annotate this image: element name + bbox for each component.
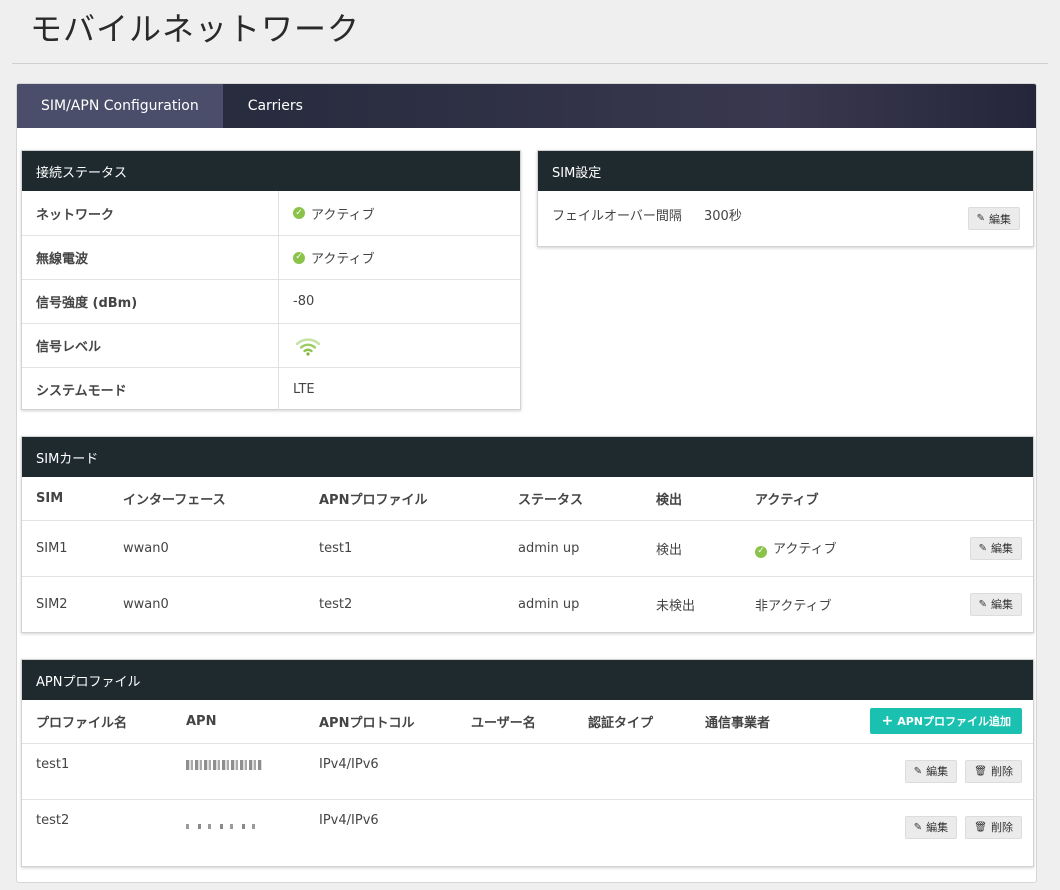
column-header: APNプロトコル <box>319 715 415 731</box>
active-cell: 非アクティブ <box>741 575 951 632</box>
status-label: 信号レベル <box>22 324 279 367</box>
apn-profile-cell: test2 <box>305 575 504 632</box>
connection-status-table: ネットワーク ✓ アクティブ 無線電波 ✓ アクティブ 信号強度 (dBm) -… <box>22 191 520 411</box>
plus-icon: + <box>881 713 894 730</box>
test1-delete-button[interactable]: 🗑 削除 <box>965 759 1022 783</box>
detect-cell: 検出 <box>642 519 741 576</box>
active-cell: ✓ アクティブ <box>741 519 951 576</box>
table-header-row: SIM インターフェース APNプロファイル ステータス 検出 アクティブ <box>22 477 1033 520</box>
table-row: SIM2 wwan0 test2 admin up 未検出 非アクティブ ✎ 編集 <box>22 575 1033 632</box>
column-header: インターフェース <box>123 492 226 508</box>
tab-sim-apn-configuration[interactable]: SIM/APN Configuration <box>17 84 223 128</box>
column-header: 通信事業者 <box>705 715 771 731</box>
status-label: ネットワーク <box>22 191 279 235</box>
status-value: LTE <box>293 382 315 397</box>
interface-cell: wwan0 <box>109 575 305 632</box>
status-label: 無線電波 <box>22 236 279 279</box>
table-row: test2 IPv4/IPv6 ✎ 編集 🗑 削除 <box>22 798 1033 855</box>
test2-delete-button[interactable]: 🗑 削除 <box>965 815 1022 839</box>
main-card: SIM/APN Configuration Carriers 接続ステータス ネ… <box>16 83 1037 883</box>
pencil-icon: ✎ <box>978 542 987 554</box>
connection-status-title: 接続ステータス <box>22 151 520 191</box>
pencil-icon: ✎ <box>913 821 923 833</box>
check-circle-icon: ✓ <box>293 251 305 264</box>
column-header: アクティブ <box>755 492 819 508</box>
sim-cell: SIM1 <box>22 519 109 576</box>
apn-profiles-title: APNプロファイル <box>22 660 1033 700</box>
wifi-signal-icon <box>295 337 321 356</box>
check-circle-icon: ✓ <box>293 207 305 219</box>
pencil-icon: ✎ <box>978 598 987 610</box>
status-cell: admin up <box>504 519 642 576</box>
trash-icon: 🗑 <box>974 765 987 777</box>
column-header: 認証タイプ <box>588 715 654 731</box>
column-header: SIM <box>36 490 64 506</box>
check-circle-icon: ✓ <box>755 545 767 558</box>
pencil-icon: ✎ <box>976 213 985 224</box>
sim1-edit-button[interactable]: ✎ 編集 <box>969 536 1022 560</box>
apn-profile-cell: test1 <box>305 519 504 576</box>
column-header: APN <box>186 713 217 729</box>
status-value: アクティブ <box>311 207 375 223</box>
column-header: ユーザー名 <box>471 715 536 731</box>
table-row: test1 IPv4/IPv6 ✎ 編集 🗑 削除 <box>22 742 1033 799</box>
test1-edit-button[interactable]: ✎ 編集 <box>904 759 958 783</box>
status-label: 信号強度 (dBm) <box>22 280 279 323</box>
apn-cell <box>172 742 305 799</box>
column-header: APNプロファイル <box>319 492 428 508</box>
status-value: アクティブ <box>311 252 375 267</box>
trash-icon: 🗑 <box>974 821 987 833</box>
protocol-cell: IPv4/IPv6 <box>305 742 457 799</box>
connection-status-panel: 接続ステータス ネットワーク ✓ アクティブ 無線電波 ✓ アクティブ 信号強度… <box>21 150 521 411</box>
table-row: SIM1 wwan0 test1 admin up 検出 ✓ アクティブ ✎ 編集 <box>22 519 1033 576</box>
sim-cards-panel: SIMカード SIM インターフェース APNプロファイル ステータス 検出 ア… <box>21 436 1034 633</box>
detect-cell: 未検出 <box>642 575 741 632</box>
status-row-signal-level: 信号レベル <box>22 323 520 367</box>
failover-interval-value: 300秒 <box>704 209 742 224</box>
interface-cell: wwan0 <box>109 519 305 576</box>
tab-bar: SIM/APN Configuration Carriers <box>17 84 1036 128</box>
status-row-signal-strength: 信号強度 (dBm) -80 <box>22 279 520 323</box>
sim-settings-title: SIM設定 <box>538 151 1033 191</box>
profile-name-cell: test1 <box>22 742 172 799</box>
protocol-cell: IPv4/IPv6 <box>305 798 457 855</box>
title-divider <box>12 63 1048 64</box>
column-header: プロファイル名 <box>36 715 128 731</box>
column-header: 検出 <box>656 492 683 508</box>
redacted-apn <box>186 823 262 829</box>
sim-cards-title: SIMカード <box>22 437 1033 477</box>
apn-profiles-panel: APNプロファイル プロファイル名 APN APNプロトコル ユーザー名 認証タ… <box>21 659 1034 867</box>
add-apn-profile-button[interactable]: + APNプロファイル追加 <box>870 708 1022 735</box>
tab-carriers[interactable]: Carriers <box>223 84 327 128</box>
redacted-apn <box>186 759 262 770</box>
sim-settings-edit-button[interactable]: ✎ 編集 <box>967 207 1020 230</box>
sim-cards-table: SIM インターフェース APNプロファイル ステータス 検出 アクティブ SI… <box>22 477 1033 632</box>
status-row-system-mode: システムモード LTE <box>22 367 520 411</box>
pencil-icon: ✎ <box>913 765 923 777</box>
sim2-edit-button[interactable]: ✎ 編集 <box>969 592 1022 616</box>
status-row-radio: 無線電波 ✓ アクティブ <box>22 235 520 279</box>
page-title: モバイルネットワーク <box>30 10 361 48</box>
status-label: システムモード <box>22 368 279 411</box>
failover-interval-label: フェイルオーバー間隔 <box>552 209 682 224</box>
status-row-network: ネットワーク ✓ アクティブ <box>22 191 520 235</box>
status-value: -80 <box>293 294 315 309</box>
sim-cell: SIM2 <box>22 575 109 632</box>
apn-cell <box>172 798 305 855</box>
profile-name-cell: test2 <box>22 798 172 855</box>
test2-edit-button[interactable]: ✎ 編集 <box>904 815 958 839</box>
column-header: ステータス <box>518 492 584 508</box>
status-cell: admin up <box>504 575 642 632</box>
apn-profiles-table: プロファイル名 APN APNプロトコル ユーザー名 認証タイプ 通信事業者 +… <box>22 700 1033 855</box>
sim-settings-panel: SIM設定 フェイルオーバー間隔 300秒 ✎ 編集 <box>537 150 1034 247</box>
table-header-row: プロファイル名 APN APNプロトコル ユーザー名 認証タイプ 通信事業者 +… <box>22 700 1033 743</box>
